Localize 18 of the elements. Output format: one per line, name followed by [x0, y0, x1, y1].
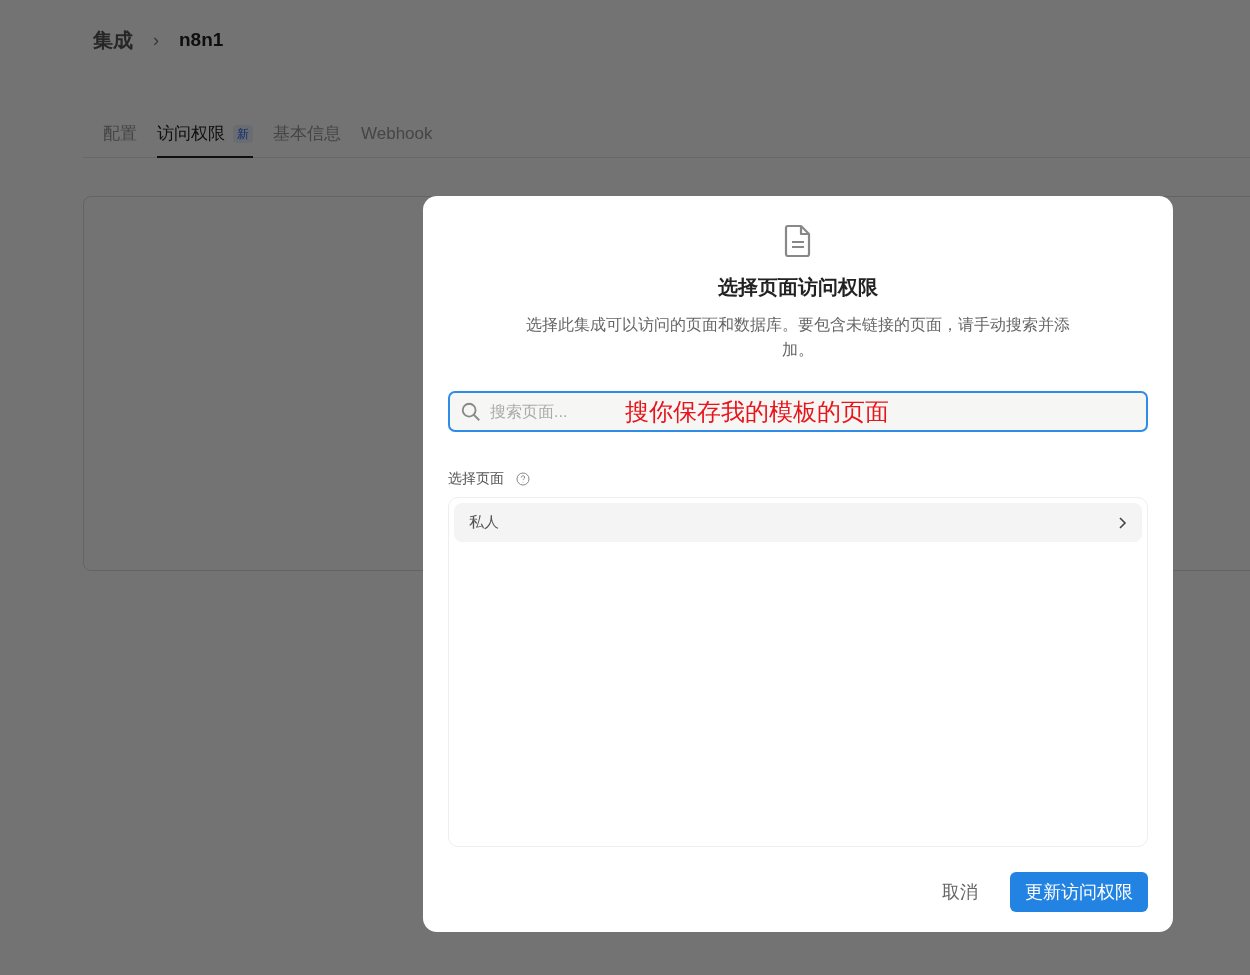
section-label: 选择页面: [448, 469, 504, 488]
dialog-title: 选择页面访问权限: [718, 275, 878, 300]
update-access-button[interactable]: 更新访问权限: [1010, 872, 1148, 912]
cancel-button[interactable]: 取消: [934, 872, 986, 912]
breadcrumb-separator: ›: [152, 28, 160, 52]
breadcrumb-link[interactable]: 集成: [93, 25, 133, 55]
search-icon: [460, 400, 482, 423]
breadcrumb-current: n8n1: [179, 27, 224, 52]
search-field[interactable]: 搜索页面... 搜你保存我的模板的页面: [448, 391, 1148, 432]
document-icon: [784, 224, 812, 258]
tab[interactable]: 访问权限 新: [157, 112, 253, 158]
chevron-right-icon: [1117, 515, 1127, 530]
new-badge: 新: [233, 125, 253, 143]
search-input[interactable]: 搜索页面...: [490, 399, 610, 424]
dialog-description: 选择此集成可以访问的页面和数据库。要包含未链接的页面，请手动搜索并添加。: [525, 315, 1071, 360]
page-list-item[interactable]: 私人: [454, 503, 1142, 542]
annotation-text: 搜你保存我的模板的页面: [625, 396, 889, 427]
help-icon: [516, 471, 530, 486]
